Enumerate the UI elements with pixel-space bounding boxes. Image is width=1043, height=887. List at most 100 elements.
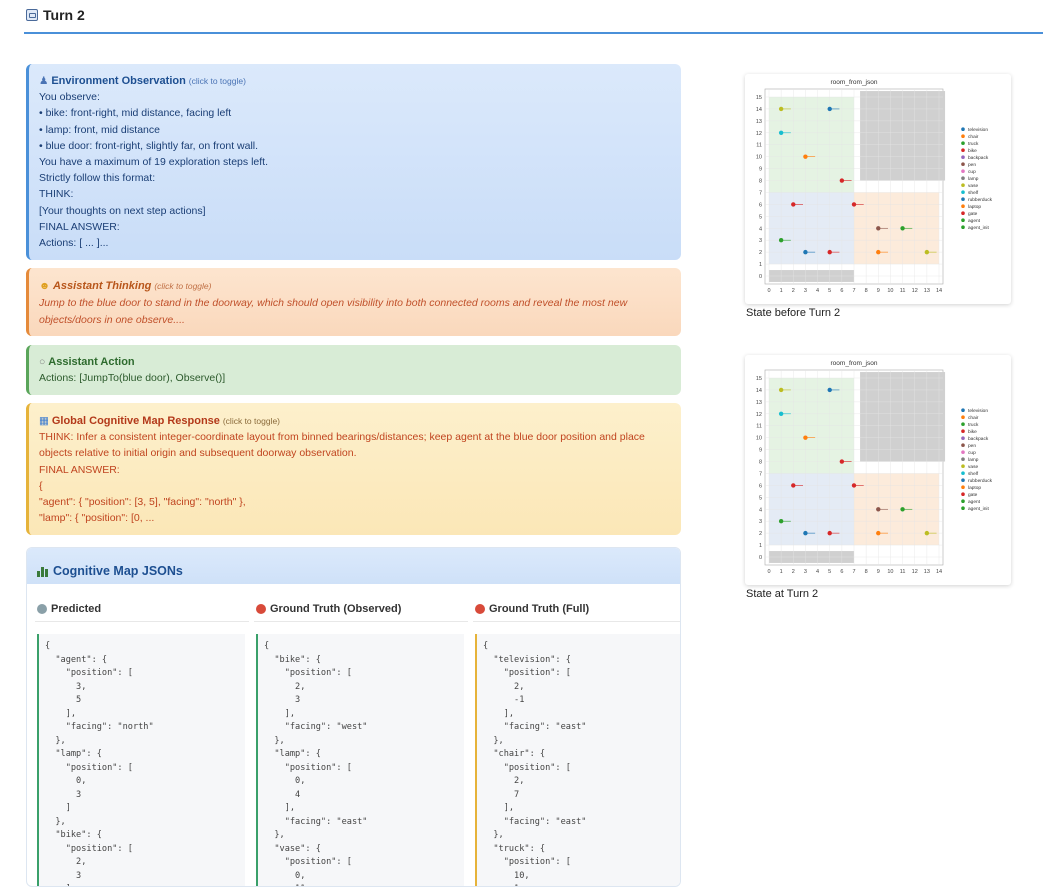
object-marker (778, 411, 784, 416)
turn-title-text: Turn 2 (43, 7, 85, 23)
y-tick-label: 2 (759, 531, 762, 537)
x-tick-label: 6 (840, 288, 843, 294)
y-tick-label: 1 (759, 543, 762, 549)
x-tick-label: 9 (877, 569, 880, 575)
legend-label: agent_init (968, 225, 989, 231)
object-marker (900, 507, 905, 512)
y-tick-label: 12 (756, 131, 762, 137)
environment-observation-card[interactable]: ♟ Environment Observation (click to togg… (26, 64, 681, 260)
legend-marker (961, 443, 965, 447)
legend-label: shelf (968, 190, 979, 196)
legend-marker (961, 422, 965, 426)
legend-marker (961, 155, 965, 159)
legend-label: gate (968, 492, 978, 498)
x-tick-label: 1 (780, 288, 783, 294)
window-icon (26, 9, 38, 21)
y-tick-label: 13 (756, 400, 762, 406)
gcm-line: "agent": { "position": [3, 5], "facing":… (39, 496, 246, 509)
legend-marker (961, 211, 965, 215)
y-tick-label: 11 (756, 143, 762, 149)
column-title: Ground Truth (Observed) (254, 584, 468, 622)
object-marker (778, 130, 784, 135)
object-marker (791, 483, 796, 488)
x-tick-label: 14 (936, 288, 942, 294)
y-tick-label: 14 (756, 388, 762, 394)
legend-marker (961, 408, 965, 412)
y-tick-label: 14 (756, 107, 762, 113)
room-plot: room_from_json0 1 2 3 4 5 6 7 8 9 10 11 12 13 14012345… (756, 360, 993, 575)
object-marker (876, 249, 881, 255)
y-tick-label: 7 (759, 471, 762, 477)
cogmap-header-text: Cognitive Map JSONs (53, 564, 183, 578)
column-title-text: Ground Truth (Observed) (270, 603, 402, 615)
legend-label: cup (968, 170, 976, 175)
y-tick-label: 5 (759, 495, 762, 501)
global-cognitive-map-card[interactable]: ▦ Global Cognitive Map Response (click t… (26, 403, 681, 535)
legend-marker (961, 197, 965, 201)
column-title: Ground Truth (Full) (473, 584, 680, 622)
target-icon (475, 604, 485, 614)
x-tick-label: 11 (900, 569, 906, 575)
legend-label: gate (968, 211, 978, 217)
object-marker (924, 530, 930, 536)
legend-label: truck (968, 422, 979, 428)
thinking-toggle[interactable]: (click to toggle) (154, 281, 211, 291)
observation-header: Environment Observation (51, 75, 186, 87)
legend-marker (961, 127, 965, 131)
observation-line: • blue door: front-right, slightly far, … (39, 139, 259, 152)
legend-label: laptop (968, 204, 981, 210)
gcm-toggle[interactable]: (click to toggle) (223, 416, 280, 426)
legend-label: agent (968, 499, 981, 505)
legend-label: shelf (968, 471, 979, 477)
legend-marker (961, 457, 965, 461)
y-tick-label: 2 (759, 250, 762, 256)
gcm-line: THINK: Infer a consistent integer-coordi… (39, 431, 645, 460)
observation-toggle[interactable]: (click to toggle) (189, 76, 246, 86)
x-tick-label: 12 (912, 288, 918, 294)
object-marker (839, 459, 845, 464)
cogmap-header: Cognitive Map JSONs (27, 548, 680, 584)
object-marker (803, 154, 808, 159)
cognitive-map-jsons-panel: Cognitive Map JSONs Predicted { "agent":… (26, 547, 681, 887)
legend-marker (961, 218, 965, 222)
target-icon (256, 604, 266, 614)
column-title-text: Predicted (51, 603, 102, 615)
action-header: Assistant Action (48, 356, 135, 368)
legend-marker (961, 506, 965, 510)
x-tick-label: 2 (792, 569, 795, 575)
object-marker (876, 507, 881, 512)
object-marker (827, 530, 832, 536)
observation-line: FINAL ANSWER: (39, 220, 120, 233)
legend-marker (961, 436, 965, 440)
legend-label: chair (968, 415, 979, 421)
observation-line: • bike: front-right, mid distance, facin… (39, 107, 232, 120)
y-tick-label: 10 (756, 436, 762, 442)
y-tick-label: 4 (759, 226, 762, 232)
y-tick-label: 6 (759, 202, 762, 208)
legend-label: cup (968, 451, 976, 456)
legend-marker (961, 478, 965, 482)
x-tick-label: 11 (900, 288, 906, 294)
room-plot: room_from_json0 1 2 3 4 5 6 7 8 9 10 11 12 13 14012345… (756, 79, 993, 294)
x-tick-label: 0 (767, 569, 770, 575)
object-marker (803, 530, 808, 536)
speech-bubble-icon: ○ (39, 356, 46, 368)
plot-title: room_from_json (831, 360, 878, 367)
x-tick-label: 5 (828, 288, 831, 294)
json-code-block: { "television": { "position": [ 2, -1 ],… (475, 634, 680, 886)
y-tick-label: 5 (759, 214, 762, 220)
x-tick-label: 9 (877, 288, 880, 294)
x-tick-label: 10 (887, 288, 893, 294)
y-tick-label: 11 (756, 424, 762, 430)
legend-label: lamp (968, 176, 979, 182)
observation-line: You have a maximum of 19 exploration ste… (39, 156, 268, 169)
json-code-block: { "bike": { "position": [ 2, 3 ], "facin… (256, 634, 464, 886)
assistant-thinking-card[interactable]: ☻ Assistant Thinking (click to toggle) J… (26, 268, 681, 336)
legend-label: backpack (968, 155, 989, 161)
ground-truth-observed-column: Ground Truth (Observed) { "bike": { "pos… (254, 584, 468, 886)
legend-label: pen (968, 163, 976, 168)
x-tick-label: 3 (804, 569, 807, 575)
legend-label: television (968, 127, 988, 133)
observation-line: THINK: (39, 188, 74, 201)
state-before-caption: State before Turn 2 (746, 307, 841, 319)
